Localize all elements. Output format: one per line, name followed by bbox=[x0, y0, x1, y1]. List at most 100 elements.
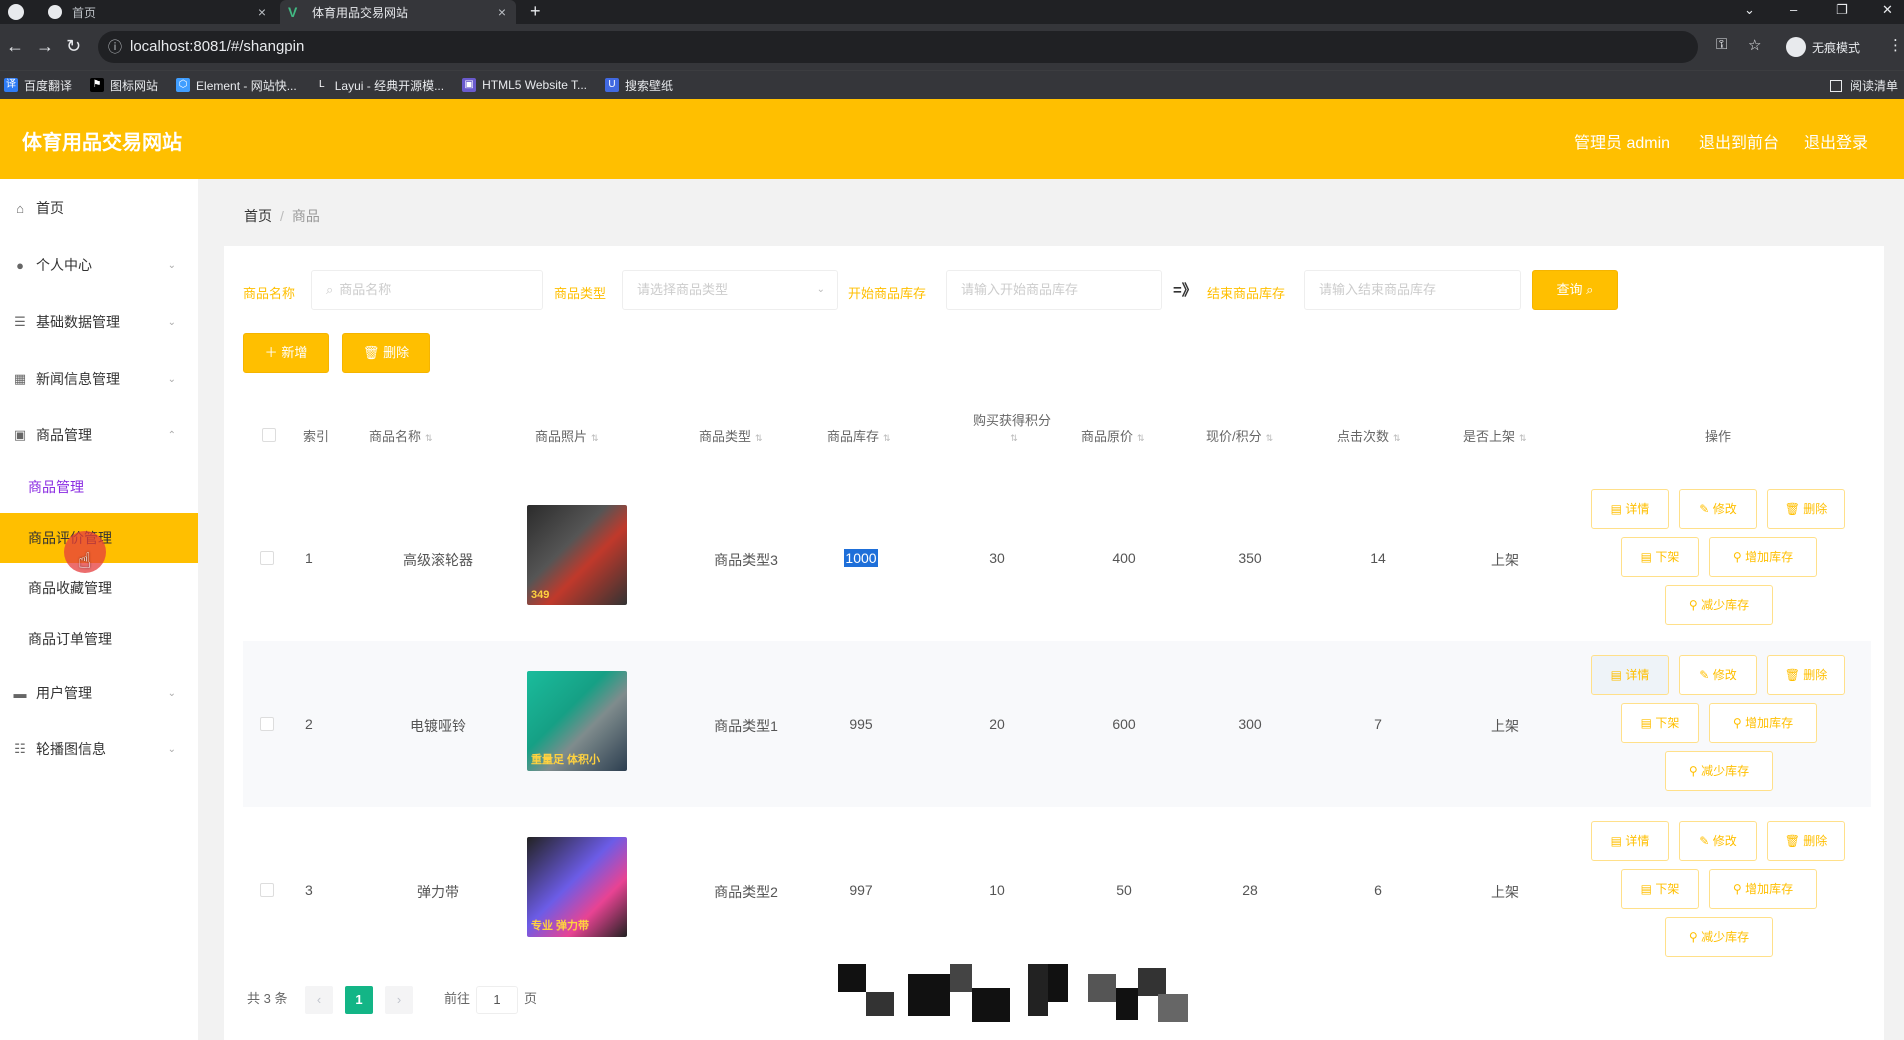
bookmark-item[interactable]: ⬡ Element - 网站快... bbox=[176, 77, 297, 94]
sort-icon[interactable]: ⇅ bbox=[1393, 433, 1401, 443]
sidebar-sub-goods-favorite[interactable]: 商品收藏管理 bbox=[0, 563, 198, 613]
breadcrumb: 首页 / 商品 bbox=[244, 206, 320, 226]
edit-button[interactable]: ✎ 修改 bbox=[1679, 489, 1757, 529]
list-icon: ☰ bbox=[14, 314, 26, 329]
reduce-stock-button[interactable]: ⚲ 减少库存 bbox=[1665, 751, 1773, 791]
prev-page-button[interactable]: ‹ bbox=[305, 986, 333, 1014]
stock-end-input[interactable]: 请输入结束商品库存 bbox=[1304, 270, 1521, 310]
sort-icon[interactable]: ⇅ bbox=[1519, 433, 1527, 443]
name-search-input[interactable]: ⌕ 商品名称 bbox=[311, 270, 543, 310]
cell-orig-price: 50 bbox=[1116, 882, 1132, 898]
sort-icon[interactable]: ⇅ bbox=[755, 433, 763, 443]
stock-start-input[interactable]: 请输入开始商品库存 bbox=[946, 270, 1162, 310]
close-window-icon[interactable]: ✕ bbox=[1882, 2, 1893, 18]
sidebar-item-carousel[interactable]: ☷ 轮播图信息 ⌄ bbox=[0, 729, 198, 769]
row-checkbox[interactable] bbox=[260, 883, 274, 897]
sidebar-item-news[interactable]: ▦ 新闻信息管理 ⌄ bbox=[0, 359, 198, 399]
sidebar-item-users[interactable]: ▬ 用户管理 ⌄ bbox=[0, 673, 198, 713]
bookmark-item[interactable]: ▣ HTML5 Website T... bbox=[462, 78, 587, 92]
sidebar-item-profile[interactable]: ● 个人中心 ⌄ bbox=[0, 245, 198, 285]
column-header-orig-price[interactable]: 商品原价 ⇅ bbox=[1081, 426, 1145, 445]
edit-button[interactable]: ✎ 修改 bbox=[1679, 655, 1757, 695]
reload-icon[interactable]: ↻ bbox=[66, 36, 81, 57]
sort-icon[interactable]: ⇅ bbox=[1266, 433, 1274, 443]
column-header-photo[interactable]: 商品照片 ⇅ bbox=[535, 426, 599, 445]
bookmark-item[interactable]: U 搜索壁纸 bbox=[605, 77, 673, 94]
sort-icon[interactable]: ⇅ bbox=[1137, 433, 1145, 443]
sidebar-item-basic-data[interactable]: ☰ 基础数据管理 ⌄ bbox=[0, 302, 198, 342]
bookmark-item[interactable]: L Layui - 经典开源模... bbox=[314, 77, 444, 94]
column-header-price[interactable]: 现价/积分 ⇅ bbox=[1206, 426, 1273, 445]
edit-button[interactable]: ✎ 修改 bbox=[1679, 821, 1757, 861]
menu-kebab-icon[interactable]: ⋮ bbox=[1888, 36, 1903, 54]
add-stock-button[interactable]: ⚲ 增加库存 bbox=[1709, 703, 1817, 743]
sort-icon[interactable]: ⇅ bbox=[425, 433, 433, 443]
reduce-stock-button[interactable]: ⚲ 减少库存 bbox=[1665, 585, 1773, 625]
forward-icon[interactable]: → bbox=[36, 36, 54, 57]
add-button[interactable]: ＋ 新增 bbox=[243, 333, 329, 373]
product-photo[interactable]: 重量足 体积小 bbox=[527, 671, 627, 771]
column-header-clicks[interactable]: 点击次数 ⇅ bbox=[1337, 426, 1401, 445]
sidebar-item-goods[interactable]: ▣ 商品管理 ⌃ bbox=[0, 415, 198, 455]
restore-icon[interactable]: ❐ bbox=[1836, 2, 1848, 18]
minimize-icon[interactable]: – bbox=[1790, 2, 1797, 17]
sidebar-sub-goods-manage[interactable]: 商品管理 bbox=[0, 462, 198, 512]
page-number-current[interactable]: 1 bbox=[345, 986, 373, 1014]
sort-icon[interactable]: ⇅ bbox=[1010, 433, 1018, 443]
next-page-button[interactable]: › bbox=[385, 986, 413, 1014]
add-stock-button[interactable]: ⚲ 增加库存 bbox=[1709, 537, 1817, 577]
pagination-goto-label: 前往 bbox=[444, 991, 471, 1006]
back-to-front-link[interactable]: 退出到前台 bbox=[1699, 129, 1779, 153]
type-select[interactable]: 请选择商品类型 ⌄ bbox=[622, 270, 838, 310]
column-header-status[interactable]: 是否上架 ⇅ bbox=[1463, 426, 1527, 445]
browser-tab-home[interactable]: 首页 × bbox=[40, 0, 276, 24]
sidebar-item-home[interactable]: ⌂ 首页 bbox=[0, 188, 198, 228]
query-button[interactable]: 查询 ⌕ bbox=[1532, 270, 1618, 310]
sort-icon[interactable]: ⇅ bbox=[591, 433, 599, 443]
table-header: 索引 商品名称 ⇅ 商品照片 ⇅ 商品类型 ⇅ 商品库存 ⇅ 购买获得积分 ⇅ 商品原价 ⇅… bbox=[243, 400, 1871, 470]
column-header-name[interactable]: 商品名称 ⇅ bbox=[369, 426, 433, 445]
sidebar-sub-goods-order[interactable]: 商品订单管理 bbox=[0, 614, 198, 664]
column-header-stock[interactable]: 商品库存 ⇅ bbox=[827, 426, 891, 445]
offshelf-button[interactable]: ▤ 下架 bbox=[1621, 869, 1699, 909]
add-stock-button[interactable]: ⚲ 增加库存 bbox=[1709, 869, 1817, 909]
star-icon[interactable]: ☆ bbox=[1748, 36, 1761, 54]
logout-link[interactable]: 退出登录 bbox=[1804, 129, 1868, 153]
reading-list[interactable]: 阅读清单 bbox=[1829, 77, 1898, 94]
column-header-type[interactable]: 商品类型 ⇅ bbox=[699, 426, 763, 445]
close-tab-icon[interactable]: × bbox=[258, 4, 266, 20]
select-all-checkbox[interactable] bbox=[262, 428, 276, 442]
breadcrumb-home[interactable]: 首页 bbox=[244, 208, 272, 224]
product-photo[interactable]: 349 bbox=[527, 505, 627, 605]
key-icon[interactable]: ⚿ bbox=[1716, 36, 1727, 53]
offshelf-button[interactable]: ▤ 下架 bbox=[1621, 703, 1699, 743]
page-jump-input[interactable]: 1 bbox=[476, 986, 518, 1014]
detail-button[interactable]: ▤ 详情 bbox=[1591, 655, 1669, 695]
detail-button[interactable]: ▤ 详情 bbox=[1591, 821, 1669, 861]
pin-icon: ⚲ bbox=[1688, 930, 1698, 944]
incognito-profile[interactable]: 无痕模式 bbox=[1786, 34, 1860, 60]
row-checkbox[interactable] bbox=[260, 551, 274, 565]
new-tab-button[interactable]: + bbox=[530, 1, 541, 22]
back-icon[interactable]: ← bbox=[6, 36, 24, 57]
delete-button[interactable]: 🗑 删除 bbox=[1767, 821, 1845, 861]
sort-icon[interactable]: ⇅ bbox=[883, 433, 891, 443]
delete-button[interactable]: 🗑 删除 bbox=[1767, 655, 1845, 695]
site-info-icon[interactable]: ⓘ bbox=[108, 31, 122, 63]
cell-name: 高级滚轮器 bbox=[403, 552, 473, 568]
bookmark-item[interactable]: 译百度翻译 bbox=[4, 77, 72, 94]
column-header-points[interactable]: 购买获得积分 ⇅ bbox=[952, 410, 1072, 444]
product-photo[interactable]: 专业 弹力带 bbox=[527, 837, 627, 937]
url-input[interactable]: ⓘ localhost:8081/#/shangpin bbox=[98, 31, 1698, 63]
offshelf-button[interactable]: ▤ 下架 bbox=[1621, 537, 1699, 577]
batch-delete-button[interactable]: 🗑 删除 bbox=[342, 333, 430, 373]
cell-type: 商品类型1 bbox=[714, 718, 778, 734]
tab-search-icon[interactable]: ⌄ bbox=[1744, 2, 1755, 18]
bookmark-item[interactable]: ⚑ 图标网站 bbox=[90, 77, 158, 94]
row-checkbox[interactable] bbox=[260, 717, 274, 731]
detail-button[interactable]: ▤ 详情 bbox=[1591, 489, 1669, 529]
reduce-stock-button[interactable]: ⚲ 减少库存 bbox=[1665, 917, 1773, 957]
delete-button[interactable]: 🗑 删除 bbox=[1767, 489, 1845, 529]
browser-tab-active[interactable]: V 体育用品交易网站 × bbox=[280, 0, 516, 24]
close-tab-icon[interactable]: × bbox=[498, 4, 506, 20]
